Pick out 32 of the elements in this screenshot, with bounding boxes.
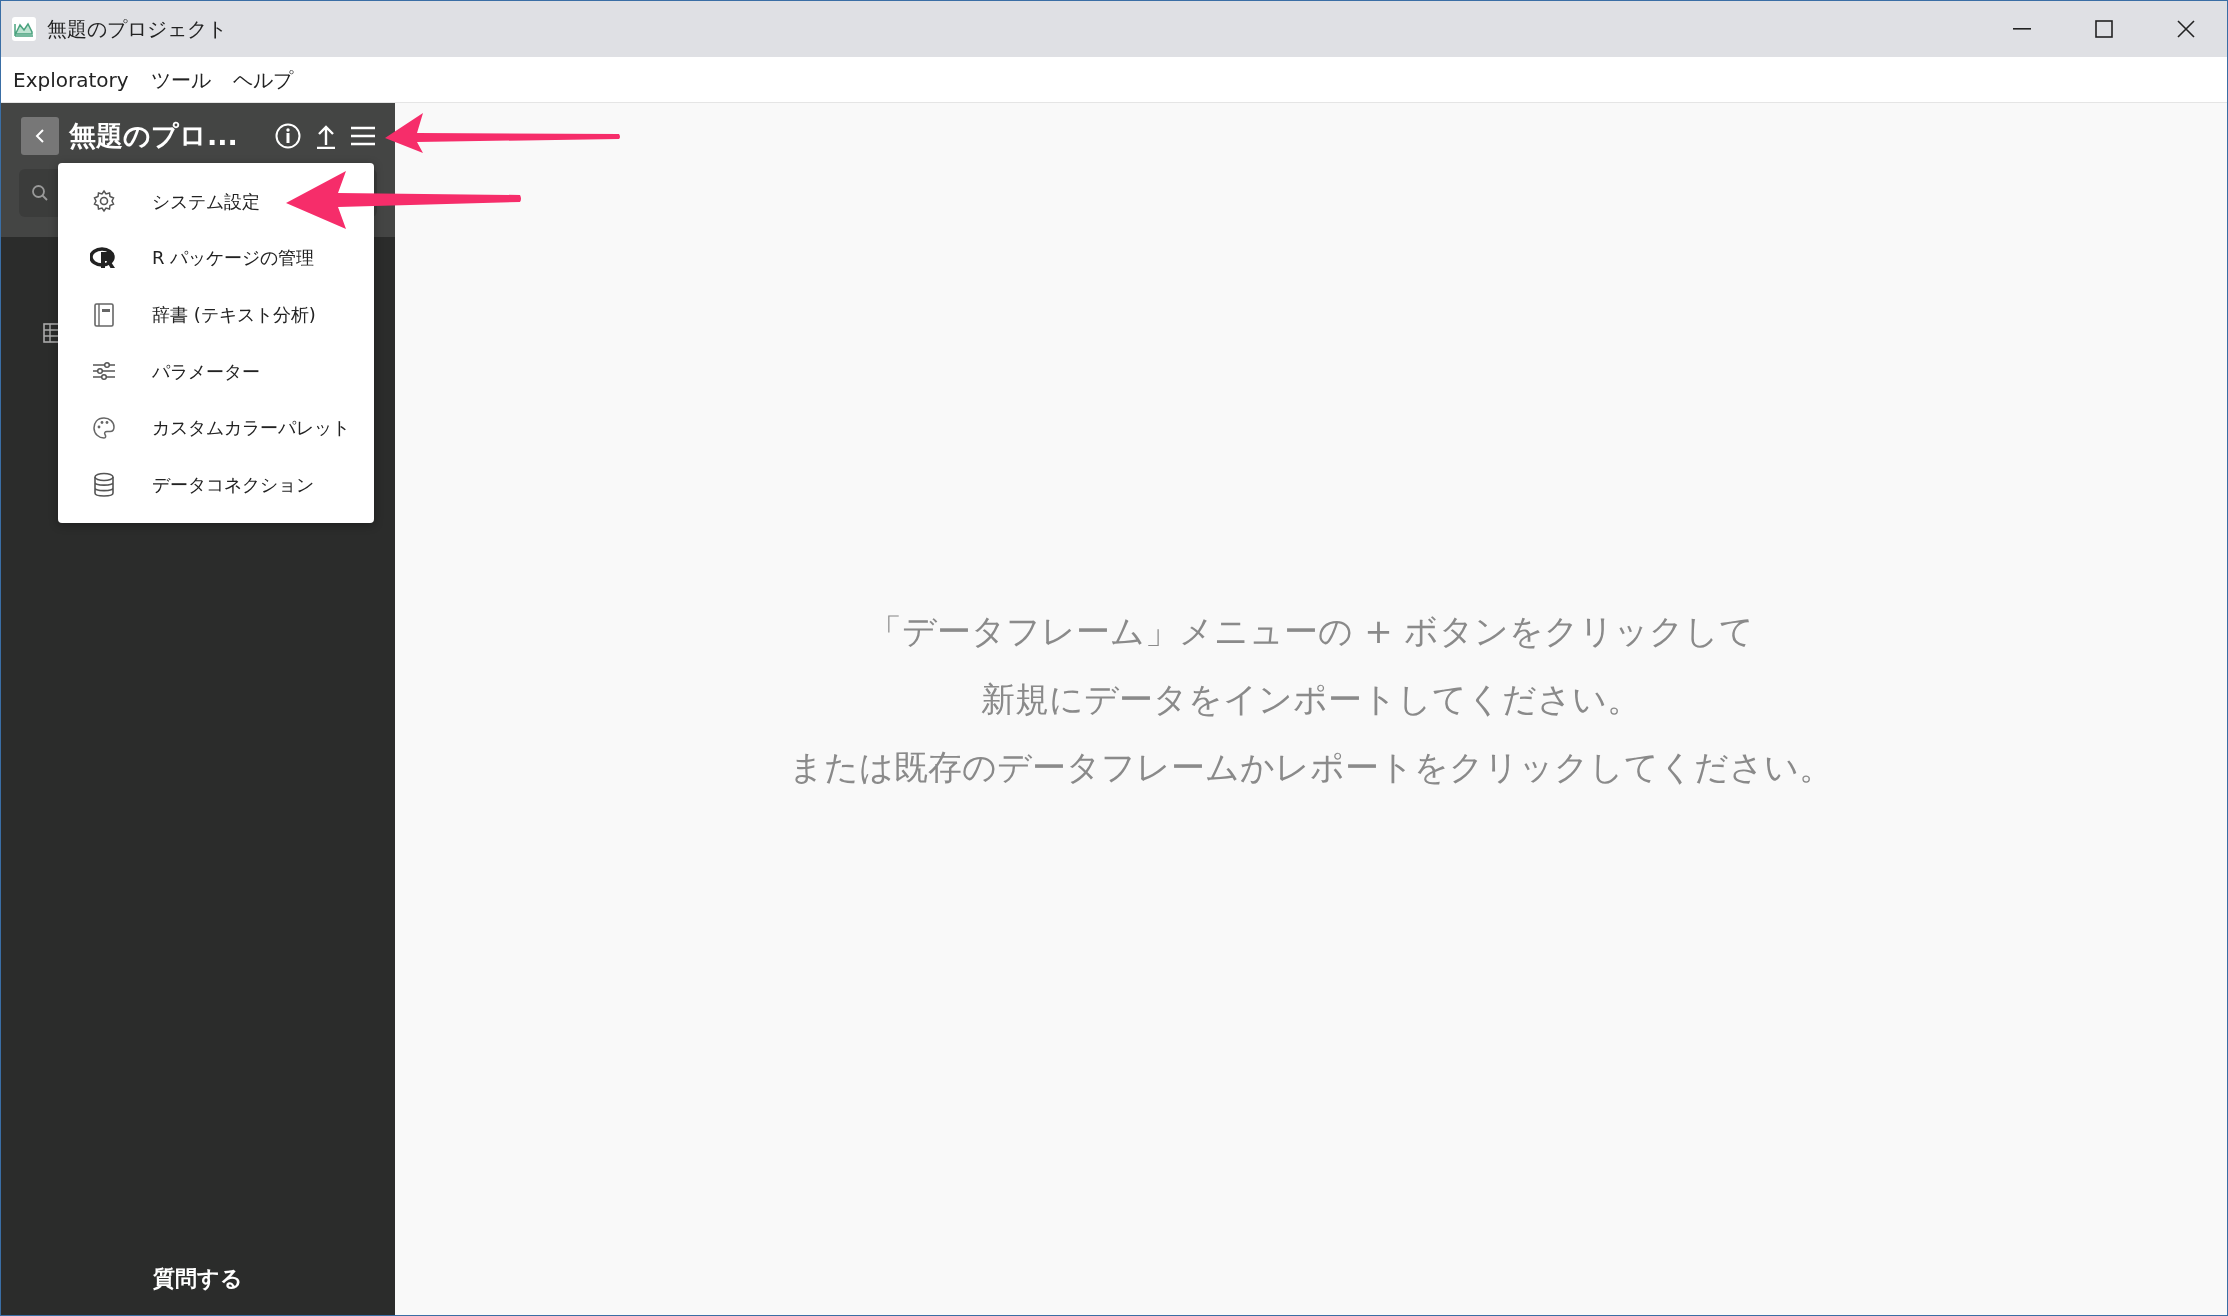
dropdown-menu-item[interactable]: 辞書 (テキスト分析)	[58, 290, 374, 339]
project-title: 無題のプロ...	[69, 118, 238, 153]
close-icon	[2176, 19, 2196, 39]
settings-icon	[92, 189, 116, 214]
book-icon	[93, 301, 115, 328]
menu-bar-item[interactable]: ツール	[150, 64, 211, 95]
back-button[interactable]	[21, 117, 59, 155]
empty-state-message: または既存のデータフレームかレポートをクリックしてください。	[789, 746, 1833, 789]
dropdown-menu-item[interactable]: カスタムカラーパレット	[58, 403, 374, 452]
ask-question-button[interactable]: 質問する	[153, 1261, 243, 1295]
table-icon	[43, 323, 59, 343]
dropdown-menu-item[interactable]: データコネクション	[58, 460, 374, 509]
chevron-left-icon	[34, 128, 46, 144]
window-title: 無題のプロジェクト	[47, 16, 227, 43]
database-icon	[93, 471, 115, 498]
empty-state-message: 「データフレーム」メニューの + ボタンをクリックして	[868, 610, 1754, 653]
sliders-icon	[92, 361, 116, 382]
palette-icon	[92, 415, 116, 440]
dropdown-menu-item[interactable]: R パッケージの管理	[58, 234, 374, 282]
app-icon	[11, 16, 37, 42]
upload-icon[interactable]	[315, 123, 337, 149]
menu-icon[interactable]	[351, 125, 375, 147]
info-icon[interactable]	[275, 123, 301, 149]
empty-state-message: 新規にデータをインポートしてください。	[981, 678, 1641, 721]
maximize-icon	[2095, 20, 2113, 38]
search-icon	[31, 184, 49, 202]
dropdown-menu-item[interactable]: パラメーター	[58, 347, 374, 396]
minimize-icon	[2013, 28, 2031, 30]
dropdown-menu-item[interactable]: システム設定	[58, 177, 374, 226]
r-logo-icon	[90, 246, 118, 270]
menu-bar-item[interactable]: Exploratory	[13, 64, 129, 95]
menu-bar-item[interactable]: ヘルプ	[232, 64, 293, 95]
